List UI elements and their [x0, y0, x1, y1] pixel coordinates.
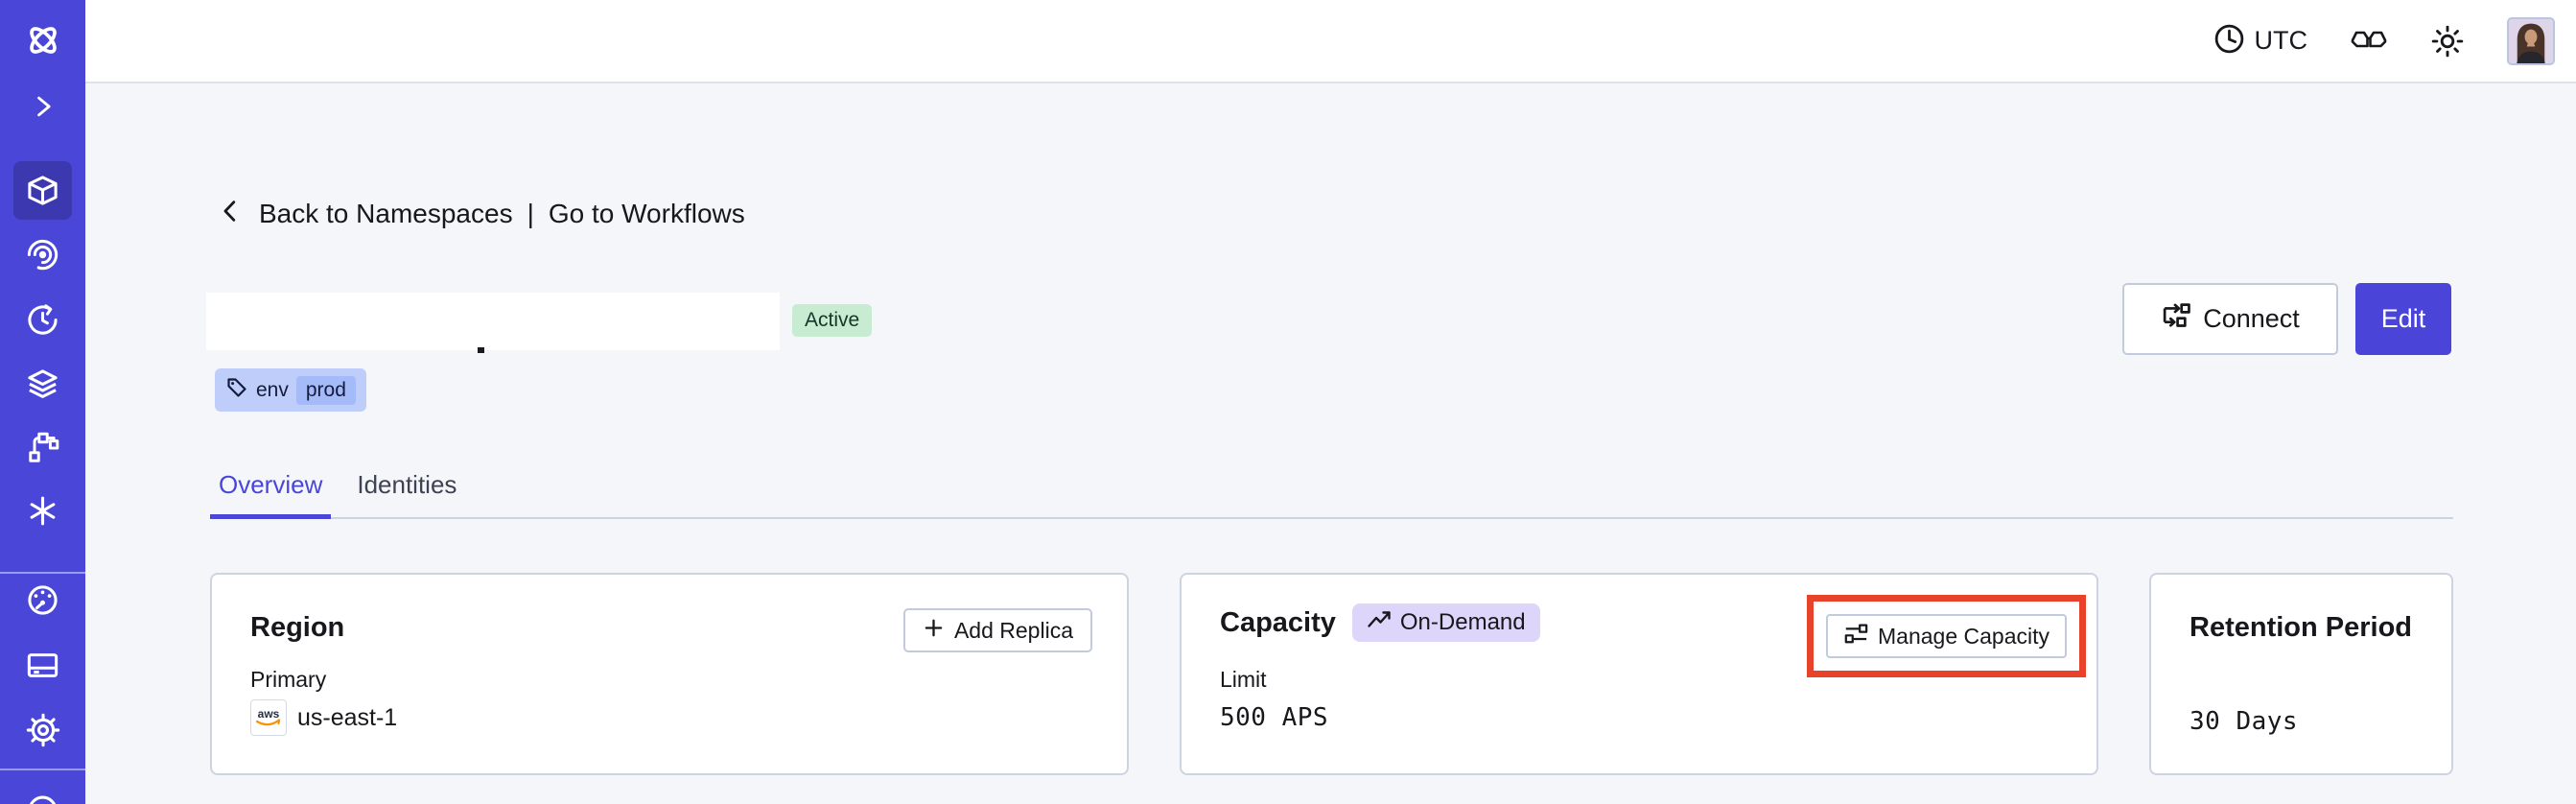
tab-identities[interactable]: Identities — [348, 469, 465, 519]
redaction-artifact-dot — [478, 347, 484, 353]
sidebar-nav — [0, 0, 85, 804]
trending-up-icon — [1367, 607, 1392, 639]
labs-glasses-icon[interactable] — [2350, 27, 2388, 56]
manage-capacity-label: Manage Capacity — [1878, 623, 2049, 649]
sidebar-item-namespaces-cube-icon[interactable] — [0, 173, 85, 208]
manage-capacity-button[interactable]: Manage Capacity — [1826, 614, 2067, 658]
retention-card-title: Retention Period — [2190, 612, 2413, 643]
back-chevron-icon[interactable] — [218, 198, 245, 229]
region-card: Region Add Replica Primary aws us-east-1 — [210, 573, 1129, 775]
add-replica-label: Add Replica — [953, 617, 1073, 643]
user-avatar[interactable] — [2507, 16, 2555, 65]
sliders-tune-icon — [1843, 621, 1868, 651]
tab-overview[interactable]: Overview — [210, 469, 332, 519]
sidebar-item-partial-circle-icon[interactable] — [0, 791, 85, 804]
capacity-limit-label: Limit — [1220, 667, 1267, 692]
retention-value: 30 Days — [2190, 707, 2299, 736]
sidebar-item-nexus-branch-icon[interactable] — [0, 430, 85, 464]
sidebar-expand-icon[interactable] — [0, 92, 85, 121]
on-demand-label: On-Demand — [1399, 609, 1526, 635]
theme-sun-icon[interactable] — [2430, 24, 2465, 59]
sidebar-item-workflows-spiral-icon[interactable] — [0, 237, 85, 272]
sidebar-item-schedules-clock-icon[interactable] — [0, 302, 85, 338]
connect-button-label: Connect — [2203, 304, 2300, 333]
tab-bar: Overview Identities — [210, 469, 2453, 519]
namespace-title-redaction — [206, 293, 780, 350]
capacity-card: Capacity On-Demand Manage Capacity Limit… — [1180, 573, 2098, 775]
clock-icon — [2213, 22, 2246, 60]
sidebar-item-settings-gear-icon[interactable] — [0, 712, 85, 748]
tag-key: env — [256, 378, 289, 401]
timezone-label: UTC — [2254, 26, 2308, 55]
overview-cards: Region Add Replica Primary aws us-east-1… — [210, 573, 2453, 775]
add-replica-button[interactable]: Add Replica — [902, 608, 1092, 652]
sidebar-item-usage-gauge-icon[interactable] — [0, 582, 85, 618]
breadcrumb-back-link[interactable]: Back to Namespaces — [259, 199, 513, 229]
breadcrumb: Back to Namespaces | Go to Workflows — [218, 198, 745, 229]
annotation-highlight-box: Manage Capacity — [1807, 595, 2086, 677]
sidebar-divider — [0, 572, 85, 574]
on-demand-badge: On-Demand — [1351, 603, 1540, 642]
tag-value: prod — [295, 375, 356, 405]
breadcrumb-workflows-link[interactable]: Go to Workflows — [549, 199, 745, 229]
temporal-cloud-namespace-page: UTC Back to Namespaces | Go to Workflows… — [0, 0, 2576, 804]
sidebar-item-billing-card-icon[interactable] — [0, 648, 85, 683]
capacity-limit-value: 500 APS — [1220, 703, 1329, 732]
timezone-selector[interactable]: UTC — [2213, 22, 2308, 60]
region-primary-label: Primary — [250, 667, 327, 692]
capacity-card-header: Capacity On-Demand — [1220, 603, 1540, 642]
sidebar-item-asterisk-icon[interactable] — [0, 494, 85, 528]
sidebar-item-layers-icon[interactable] — [0, 367, 85, 402]
tag-icon — [225, 376, 248, 404]
namespace-tag-chip[interactable]: env prod — [215, 368, 366, 412]
capacity-card-title: Capacity — [1220, 607, 1336, 638]
status-badge: Active — [792, 304, 873, 337]
plus-icon — [923, 617, 945, 645]
connect-button[interactable]: Connect — [2122, 283, 2338, 355]
svg-text:aws: aws — [258, 707, 280, 721]
edit-button[interactable]: Edit — [2355, 283, 2451, 355]
region-card-title: Region — [250, 612, 345, 643]
aws-logo-icon: aws — [250, 699, 287, 736]
retention-card: Retention Period 30 Days — [2149, 573, 2453, 775]
sidebar-divider — [0, 769, 85, 770]
breadcrumb-separator: | — [527, 198, 534, 228]
topbar: UTC — [85, 0, 2576, 83]
temporal-logo-icon[interactable] — [0, 20, 85, 60]
edit-button-label: Edit — [2380, 304, 2426, 333]
connect-flow-icon — [2161, 301, 2190, 338]
region-value: us-east-1 — [297, 703, 398, 731]
region-value-row: aws us-east-1 — [250, 699, 397, 736]
